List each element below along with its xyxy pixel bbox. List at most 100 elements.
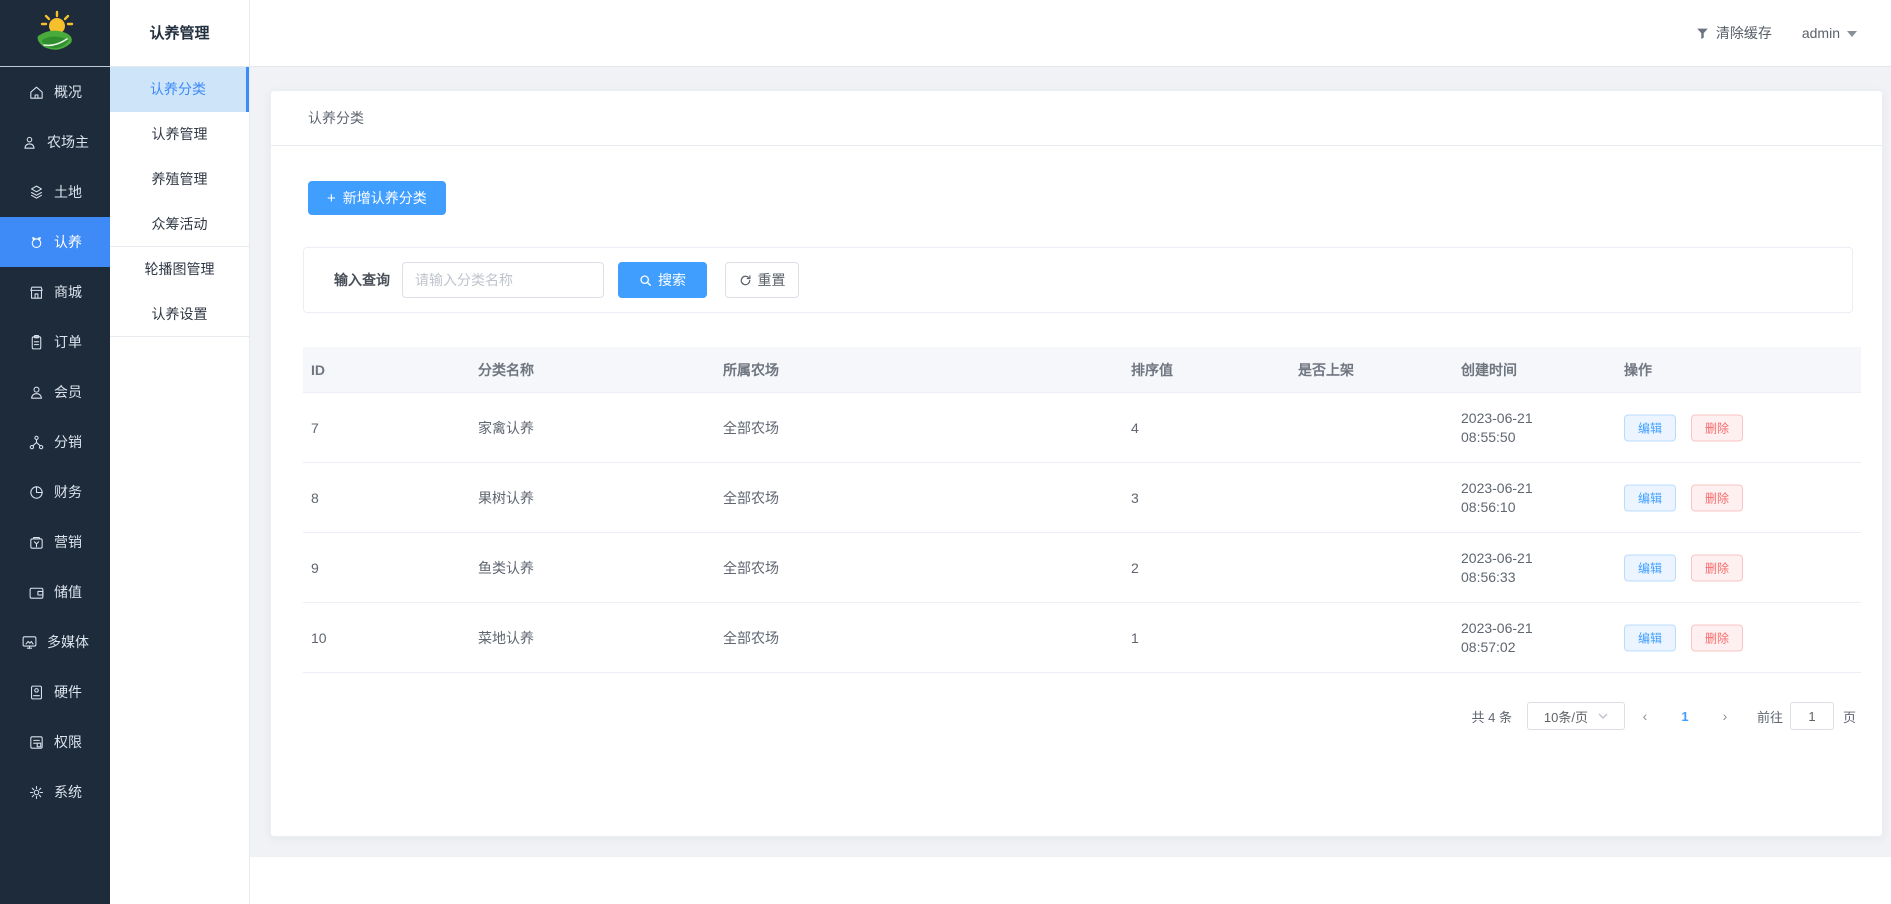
category-name-input[interactable]: [402, 262, 604, 298]
cell-farm: 全部农场: [723, 558, 779, 578]
sidebar-item-farmer[interactable]: 农场主: [0, 117, 110, 167]
sidebar-item-label: 储值: [54, 582, 82, 602]
add-category-label: 新增认养分类: [343, 188, 427, 208]
sidebar-item-distribution[interactable]: 分销: [0, 417, 110, 467]
submenu-item-adoption-settings[interactable]: 认养设置: [110, 292, 249, 337]
toggle-knob: [1280, 570, 1296, 586]
sidebar-item-members[interactable]: 会员: [0, 367, 110, 417]
sidebar-item-hardware[interactable]: 硬件: [0, 667, 110, 717]
cell-sort: 2: [1131, 560, 1139, 576]
sub-sidebar: 认养管理 认养分类 认养管理 养殖管理 众筹活动 轮播图管理 认养设置: [110, 0, 250, 904]
sidebar-item-label: 财务: [54, 482, 82, 502]
sidebar-item-mall[interactable]: 商城: [0, 267, 110, 317]
sidebar-item-orders[interactable]: 订单: [0, 317, 110, 367]
table-row: 7 家禽认养 全部农场 4 2023-06-2108:55:50 编辑 删除: [303, 393, 1861, 463]
cell-name: 鱼类认养: [478, 558, 534, 578]
sidebar-item-label: 商城: [54, 282, 82, 302]
page-size-select[interactable]: 10条/页: [1527, 702, 1625, 730]
filter-funnel-icon: [1696, 27, 1709, 40]
marketing-icon: [28, 534, 45, 551]
cell-name: 果树认养: [478, 488, 534, 508]
media-icon: [21, 634, 38, 651]
edit-button[interactable]: 编辑: [1624, 624, 1676, 651]
sidebar-item-label: 硬件: [54, 682, 82, 702]
column-header-status: 是否上架: [1298, 360, 1354, 380]
order-icon: [28, 334, 45, 351]
toggle-knob: [1280, 430, 1296, 446]
permission-icon: [28, 734, 45, 751]
sidebar-item-finance[interactable]: 财务: [0, 467, 110, 517]
next-page-button[interactable]: ›: [1705, 708, 1745, 724]
system-icon: [28, 784, 45, 801]
cell-sort: 1: [1131, 630, 1139, 646]
sidebar-item-stored-value[interactable]: 储值: [0, 567, 110, 617]
app-logo: [0, 0, 110, 67]
sidebar-item-label: 营销: [54, 532, 82, 552]
add-category-button[interactable]: + 新增认养分类: [308, 181, 446, 215]
cell-created: 2023-06-2108:56:10: [1461, 479, 1533, 517]
edit-button[interactable]: 编辑: [1624, 484, 1676, 511]
cell-sort: 4: [1131, 420, 1139, 436]
delete-button[interactable]: 删除: [1691, 554, 1743, 581]
cell-id: 8: [311, 490, 319, 506]
prev-page-button[interactable]: ‹: [1625, 708, 1665, 724]
pagination: 共 4 条 10条/页 ‹ 1 › 前往 页: [1472, 696, 1857, 736]
search-label: 搜索: [658, 270, 686, 290]
sidebar-item-permission[interactable]: 权限: [0, 717, 110, 767]
table-row: 10 菜地认养 全部农场 1 2023-06-2108:57:02 编辑 删除: [303, 603, 1861, 673]
cell-farm: 全部农场: [723, 488, 779, 508]
cell-id: 10: [311, 630, 327, 646]
main-sidebar: 概况 农场主 土地 认养 商城 订单 会员 分销: [0, 0, 110, 904]
finance-icon: [28, 484, 45, 501]
page-number-current[interactable]: 1: [1665, 709, 1705, 724]
clear-cache-label: 清除缓存: [1716, 23, 1772, 43]
sidebar-item-label: 多媒体: [47, 632, 89, 652]
user-menu[interactable]: admin: [1802, 25, 1857, 41]
sidebar-item-land[interactable]: 土地: [0, 167, 110, 217]
cell-created: 2023-06-2108:55:50: [1461, 409, 1533, 447]
sidebar-item-label: 会员: [54, 382, 82, 402]
clear-cache-button[interactable]: 清除缓存: [1696, 23, 1772, 43]
sidebar-item-label: 系统: [54, 782, 82, 802]
delete-button[interactable]: 删除: [1691, 414, 1743, 441]
edit-button[interactable]: 编辑: [1624, 414, 1676, 441]
home-icon: [28, 84, 45, 101]
stored-value-icon: [28, 584, 45, 601]
sidebar-item-label: 分销: [54, 432, 82, 452]
cell-id: 7: [311, 420, 319, 436]
sidebar-item-overview[interactable]: 概况: [0, 67, 110, 117]
member-icon: [28, 384, 45, 401]
distribution-icon: [28, 434, 45, 451]
goto-label: 前往: [1757, 707, 1783, 726]
submenu-item-breeding-manage[interactable]: 养殖管理: [110, 157, 249, 202]
cell-id: 9: [311, 560, 319, 576]
submenu-item-crowdfunding[interactable]: 众筹活动: [110, 202, 249, 247]
column-header-name: 分类名称: [478, 360, 534, 380]
edit-button[interactable]: 编辑: [1624, 554, 1676, 581]
adoption-icon: [28, 234, 45, 251]
column-header-id: ID: [311, 362, 325, 378]
delete-button[interactable]: 删除: [1691, 484, 1743, 511]
adoption-category-card: 认养分类 + 新增认养分类 输入查询 搜索 重置 ID: [270, 90, 1883, 837]
category-table: ID 分类名称 所属农场 排序值 是否上架 创建时间 操作 7 家禽认养 全部农…: [303, 347, 1861, 673]
land-icon: [28, 184, 45, 201]
goto-page-input[interactable]: [1790, 702, 1834, 730]
sidebar-item-system[interactable]: 系统: [0, 767, 110, 817]
reset-label: 重置: [758, 270, 786, 290]
sidebar-item-label: 权限: [54, 732, 82, 752]
farmer-icon: [21, 134, 38, 151]
store-icon: [28, 284, 45, 301]
cell-name: 菜地认养: [478, 628, 534, 648]
sidebar-item-media[interactable]: 多媒体: [0, 617, 110, 667]
reset-button[interactable]: 重置: [725, 262, 799, 298]
page-title: 认养分类: [271, 91, 1882, 146]
sidebar-item-adoption[interactable]: 认养: [0, 217, 110, 267]
filter-panel: 输入查询 搜索 重置: [303, 247, 1853, 313]
sidebar-item-marketing[interactable]: 营销: [0, 517, 110, 567]
submenu-item-adoption-category[interactable]: 认养分类: [110, 67, 249, 112]
submenu-item-banner-manage[interactable]: 轮播图管理: [110, 247, 249, 292]
submenu-item-adoption-manage[interactable]: 认养管理: [110, 112, 249, 157]
search-button[interactable]: 搜索: [618, 262, 707, 298]
delete-button[interactable]: 删除: [1691, 624, 1743, 651]
goto-unit-label: 页: [1843, 707, 1856, 726]
